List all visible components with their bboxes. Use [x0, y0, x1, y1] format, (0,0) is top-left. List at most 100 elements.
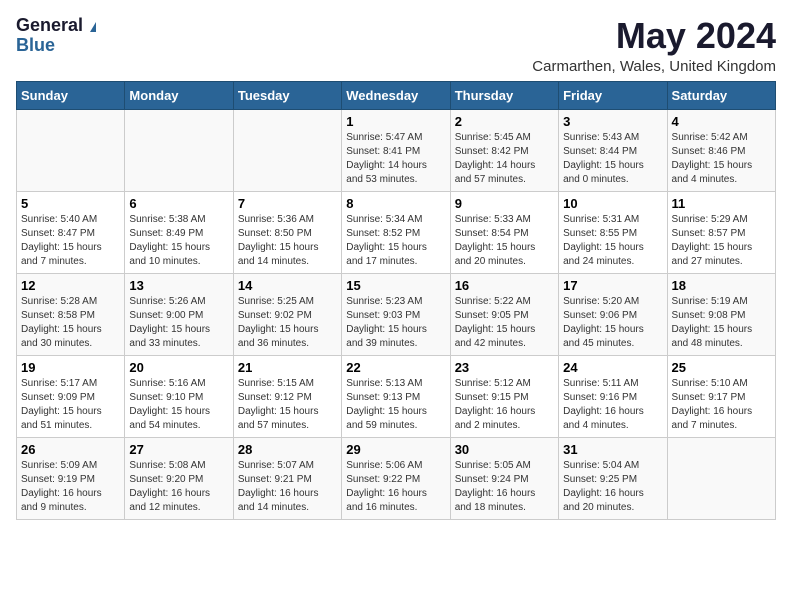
calendar-cell-w1d1: 6 Sunrise: 5:38 AM Sunset: 8:49 PM Daylig…: [125, 191, 233, 273]
day-number: 27: [129, 442, 228, 457]
day-number: 2: [455, 114, 554, 129]
calendar-cell-w3d3: 22 Sunrise: 5:13 AM Sunset: 9:13 PM Dayli…: [342, 355, 450, 437]
header-thursday: Thursday: [450, 81, 558, 109]
calendar-cell-w0d1: [125, 109, 233, 191]
calendar-table: SundayMondayTuesdayWednesdayThursdayFrid…: [16, 81, 776, 520]
day-info: Sunrise: 5:26 AM Sunset: 9:00 PM Dayligh…: [129, 295, 228, 351]
logo-arrow-icon: [90, 22, 96, 32]
day-number: 29: [346, 442, 445, 457]
day-info: Sunrise: 5:25 AM Sunset: 9:02 PM Dayligh…: [238, 295, 337, 351]
calendar-cell-w4d1: 27 Sunrise: 5:08 AM Sunset: 9:20 PM Dayli…: [125, 437, 233, 519]
day-number: 9: [455, 196, 554, 211]
day-info: Sunrise: 5:34 AM Sunset: 8:52 PM Dayligh…: [346, 213, 445, 269]
day-number: 3: [563, 114, 662, 129]
calendar-cell-w1d6: 11 Sunrise: 5:29 AM Sunset: 8:57 PM Dayli…: [667, 191, 775, 273]
calendar-cell-w4d3: 29Sunrise: 5:06 AM Sunset: 9:22 PM Dayli…: [342, 437, 450, 519]
calendar-cell-w3d5: 24 Sunrise: 5:11 AM Sunset: 9:16 PM Dayli…: [559, 355, 667, 437]
calendar-cell-w4d5: 31Sunrise: 5:04 AM Sunset: 9:25 PM Dayli…: [559, 437, 667, 519]
day-number: 31: [563, 442, 662, 457]
calendar-week-4: 26 Sunrise: 5:09 AM Sunset: 9:19 PM Dayli…: [17, 437, 776, 519]
day-info: Sunrise: 5:28 AM Sunset: 8:58 PM Dayligh…: [21, 295, 120, 351]
calendar-cell-w2d3: 15Sunrise: 5:23 AM Sunset: 9:03 PM Dayli…: [342, 273, 450, 355]
day-number: 19: [21, 360, 120, 375]
day-number: 17: [563, 278, 662, 293]
calendar-week-2: 12Sunrise: 5:28 AM Sunset: 8:58 PM Dayli…: [17, 273, 776, 355]
day-number: 1: [346, 114, 445, 129]
day-info: Sunrise: 5:42 AM Sunset: 8:46 PM Dayligh…: [672, 131, 771, 187]
day-info: Sunrise: 5:08 AM Sunset: 9:20 PM Dayligh…: [129, 459, 228, 515]
day-number: 18: [672, 278, 771, 293]
logo-general-text: General: [16, 15, 83, 35]
day-info: Sunrise: 5:10 AM Sunset: 9:17 PM Dayligh…: [672, 377, 771, 433]
calendar-cell-w2d4: 16Sunrise: 5:22 AM Sunset: 9:05 PM Dayli…: [450, 273, 558, 355]
day-info: Sunrise: 5:29 AM Sunset: 8:57 PM Dayligh…: [672, 213, 771, 269]
logo: General Blue: [16, 16, 96, 54]
header-wednesday: Wednesday: [342, 81, 450, 109]
calendar-cell-w1d3: 8 Sunrise: 5:34 AM Sunset: 8:52 PM Daylig…: [342, 191, 450, 273]
day-number: 23: [455, 360, 554, 375]
calendar-cell-w4d0: 26 Sunrise: 5:09 AM Sunset: 9:19 PM Dayli…: [17, 437, 125, 519]
calendar-header-row: SundayMondayTuesdayWednesdayThursdayFrid…: [17, 81, 776, 109]
day-info: Sunrise: 5:05 AM Sunset: 9:24 PM Dayligh…: [455, 459, 554, 515]
day-number: 22: [346, 360, 445, 375]
day-info: Sunrise: 5:09 AM Sunset: 9:19 PM Dayligh…: [21, 459, 120, 515]
day-number: 7: [238, 196, 337, 211]
calendar-week-3: 19 Sunrise: 5:17 AM Sunset: 9:09 PM Dayli…: [17, 355, 776, 437]
day-number: 8: [346, 196, 445, 211]
day-info: Sunrise: 5:47 AM Sunset: 8:41 PM Dayligh…: [346, 131, 445, 187]
day-info: Sunrise: 5:16 AM Sunset: 9:10 PM Dayligh…: [129, 377, 228, 433]
day-info: Sunrise: 5:33 AM Sunset: 8:54 PM Dayligh…: [455, 213, 554, 269]
day-info: Sunrise: 5:15 AM Sunset: 9:12 PM Dayligh…: [238, 377, 337, 433]
day-info: Sunrise: 5:31 AM Sunset: 8:55 PM Dayligh…: [563, 213, 662, 269]
day-number: 14: [238, 278, 337, 293]
month-title: May 2024: [532, 16, 776, 56]
calendar-cell-w0d3: 1 Sunrise: 5:47 AM Sunset: 8:41 PM Daylig…: [342, 109, 450, 191]
calendar-cell-w2d0: 12Sunrise: 5:28 AM Sunset: 8:58 PM Dayli…: [17, 273, 125, 355]
title-block: May 2024 Carmarthen, Wales, United Kingd…: [532, 16, 776, 75]
logo-top: General: [16, 16, 96, 36]
day-number: 4: [672, 114, 771, 129]
calendar-cell-w0d0: [17, 109, 125, 191]
header-tuesday: Tuesday: [233, 81, 341, 109]
day-info: Sunrise: 5:13 AM Sunset: 9:13 PM Dayligh…: [346, 377, 445, 433]
day-number: 13: [129, 278, 228, 293]
calendar-week-0: 1 Sunrise: 5:47 AM Sunset: 8:41 PM Daylig…: [17, 109, 776, 191]
day-info: Sunrise: 5:40 AM Sunset: 8:47 PM Dayligh…: [21, 213, 120, 269]
page-header: General Blue May 2024 Carmarthen, Wales,…: [16, 16, 776, 75]
calendar-cell-w2d5: 17Sunrise: 5:20 AM Sunset: 9:06 PM Dayli…: [559, 273, 667, 355]
calendar-cell-w3d0: 19 Sunrise: 5:17 AM Sunset: 9:09 PM Dayli…: [17, 355, 125, 437]
calendar-cell-w0d2: [233, 109, 341, 191]
day-number: 28: [238, 442, 337, 457]
day-number: 30: [455, 442, 554, 457]
day-info: Sunrise: 5:11 AM Sunset: 9:16 PM Dayligh…: [563, 377, 662, 433]
calendar-cell-w2d6: 18Sunrise: 5:19 AM Sunset: 9:08 PM Dayli…: [667, 273, 775, 355]
calendar-cell-w3d4: 23 Sunrise: 5:12 AM Sunset: 9:15 PM Dayli…: [450, 355, 558, 437]
calendar-cell-w3d6: 25 Sunrise: 5:10 AM Sunset: 9:17 PM Dayli…: [667, 355, 775, 437]
day-info: Sunrise: 5:38 AM Sunset: 8:49 PM Dayligh…: [129, 213, 228, 269]
day-number: 26: [21, 442, 120, 457]
header-saturday: Saturday: [667, 81, 775, 109]
calendar-cell-w1d2: 7Sunrise: 5:36 AM Sunset: 8:50 PM Daylig…: [233, 191, 341, 273]
header-sunday: Sunday: [17, 81, 125, 109]
calendar-cell-w4d6: [667, 437, 775, 519]
day-info: Sunrise: 5:45 AM Sunset: 8:42 PM Dayligh…: [455, 131, 554, 187]
calendar-cell-w3d1: 20Sunrise: 5:16 AM Sunset: 9:10 PM Dayli…: [125, 355, 233, 437]
day-info: Sunrise: 5:43 AM Sunset: 8:44 PM Dayligh…: [563, 131, 662, 187]
location-text: Carmarthen, Wales, United Kingdom: [532, 58, 776, 75]
calendar-cell-w1d5: 10Sunrise: 5:31 AM Sunset: 8:55 PM Dayli…: [559, 191, 667, 273]
day-number: 21: [238, 360, 337, 375]
day-number: 11: [672, 196, 771, 211]
calendar-cell-w1d4: 9 Sunrise: 5:33 AM Sunset: 8:54 PM Daylig…: [450, 191, 558, 273]
calendar-cell-w1d0: 5Sunrise: 5:40 AM Sunset: 8:47 PM Daylig…: [17, 191, 125, 273]
day-number: 6: [129, 196, 228, 211]
calendar-cell-w4d2: 28Sunrise: 5:07 AM Sunset: 9:21 PM Dayli…: [233, 437, 341, 519]
header-monday: Monday: [125, 81, 233, 109]
day-number: 15: [346, 278, 445, 293]
calendar-cell-w2d1: 13 Sunrise: 5:26 AM Sunset: 9:00 PM Dayli…: [125, 273, 233, 355]
day-info: Sunrise: 5:12 AM Sunset: 9:15 PM Dayligh…: [455, 377, 554, 433]
day-info: Sunrise: 5:17 AM Sunset: 9:09 PM Dayligh…: [21, 377, 120, 433]
day-number: 24: [563, 360, 662, 375]
calendar-cell-w2d2: 14 Sunrise: 5:25 AM Sunset: 9:02 PM Dayli…: [233, 273, 341, 355]
day-number: 25: [672, 360, 771, 375]
calendar-cell-w0d5: 3 Sunrise: 5:43 AM Sunset: 8:44 PM Daylig…: [559, 109, 667, 191]
